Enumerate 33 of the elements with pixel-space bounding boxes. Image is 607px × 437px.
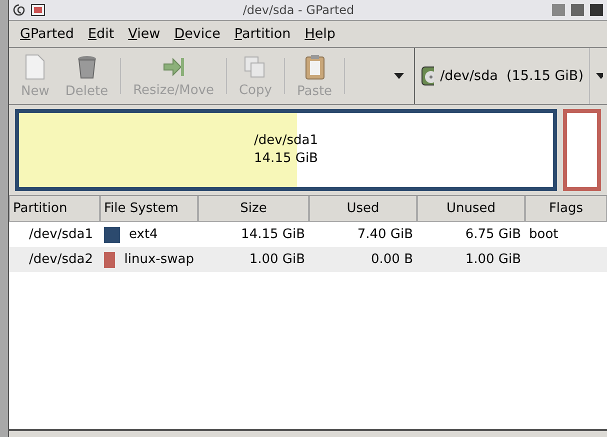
minimize-button[interactable] [552, 4, 565, 16]
copy-icon [243, 54, 268, 78]
partition-label: /dev/sda1 14.15 GiB [254, 132, 318, 168]
maximize-button[interactable] [571, 4, 584, 16]
table-cell-text: /dev/sda1 [28, 227, 94, 242]
table-cell-text: 6.75 GiB [464, 227, 522, 242]
app-icon [31, 4, 45, 16]
menu-item[interactable]: Help [298, 26, 342, 42]
table-cell-text: boot [528, 227, 560, 242]
swirl-icon [13, 4, 25, 16]
table-cell-text: 0.00 B [370, 252, 414, 267]
menu-item[interactable]: Partition [227, 26, 298, 42]
clipboard-icon [304, 54, 326, 80]
caret-icon [596, 73, 603, 79]
menu-item[interactable]: View [121, 26, 168, 42]
table-cell-text: linux-swap [123, 252, 195, 267]
menu-item[interactable]: Device [167, 26, 228, 42]
trash-can-icon [76, 54, 98, 80]
table-cell-text: 7.40 GiB [356, 227, 414, 242]
close-button[interactable] [590, 4, 603, 16]
menu-item[interactable]: GParted [13, 26, 81, 42]
table-cell-text: /dev/sda2 [28, 252, 94, 267]
table-cell-text: ext4 [128, 227, 159, 242]
device-selector[interactable]: /dev/sda (15.15 GiB) [415, 48, 607, 104]
table-cell-text: 1.00 GiB [464, 252, 522, 267]
table-cell-text: 14.15 GiB [240, 227, 306, 242]
document-icon [24, 54, 46, 80]
table-cell-text: 1.00 GiB [248, 252, 306, 267]
partition-block[interactable] [563, 109, 601, 191]
window-title: /dev/sda - GParted [242, 3, 356, 17]
partition-block[interactable]: /dev/sda1 14.15 GiB [15, 109, 557, 191]
menu-item[interactable]: Edit [81, 26, 122, 42]
caret-icon [394, 73, 404, 79]
